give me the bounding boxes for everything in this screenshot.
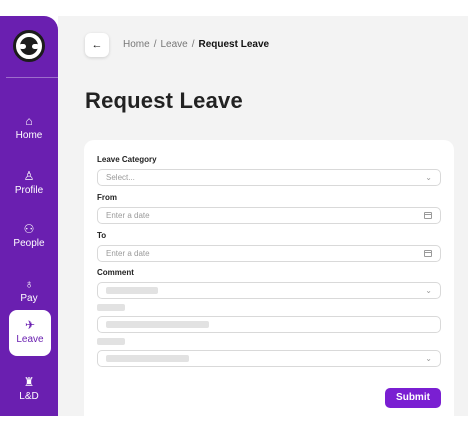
sidebar-item-label: Leave [16, 334, 44, 345]
placeholder-label [97, 338, 125, 345]
chevron-down-icon: ⌄ [425, 173, 432, 182]
leave-category-label: Leave Category [97, 155, 157, 164]
to-date-placeholder: Enter a date [106, 249, 150, 258]
placeholder-label [97, 304, 125, 311]
calendar-icon[interactable] [424, 250, 432, 257]
breadcrumb-leave[interactable]: Leave [160, 39, 187, 50]
comment-label: Comment [97, 268, 134, 277]
placeholder-bar [106, 355, 189, 362]
sidebar-item-label: People [13, 238, 45, 249]
pay-icon: ♁ [24, 277, 34, 291]
sidebar-item-home[interactable]: ⌂ Home [0, 111, 58, 151]
leave-category-select[interactable]: Select... ⌄ [97, 169, 441, 186]
calendar-icon[interactable] [424, 212, 432, 219]
comment-select[interactable]: ⌄ [97, 282, 441, 299]
chevron-down-icon: ⌄ [425, 286, 432, 295]
people-icon: ⚇ [23, 222, 35, 236]
back-button[interactable]: ← [85, 33, 109, 57]
sidebar-divider [6, 77, 58, 78]
chevron-down-icon: ⌄ [425, 354, 432, 363]
sidebar-item-pay[interactable]: ♁ Pay [0, 274, 58, 314]
sidebar-item-label: L&D [19, 391, 39, 402]
breadcrumb-home[interactable]: Home [123, 39, 150, 50]
to-label: To [97, 231, 107, 240]
to-date-input[interactable]: Enter a date [97, 245, 441, 262]
home-icon: ⌂ [25, 114, 33, 128]
main-content: ← Home / Leave / Request Leave Request Leave… [58, 16, 468, 416]
placeholder-bar [106, 287, 158, 294]
arrow-left-icon: ← [91, 39, 103, 51]
from-label: From [97, 193, 117, 202]
leave-category-placeholder: Select... [106, 173, 135, 182]
submit-button[interactable]: Submit [385, 388, 441, 408]
placeholder-input[interactable] [97, 316, 441, 333]
sidebar: ⌂ Home ♙ Profile ⚇ People ♁ Pay ✈ Leave … [0, 16, 58, 416]
breadcrumb: Home / Leave / Request Leave [123, 39, 269, 50]
placeholder-select[interactable]: ⌄ [97, 350, 441, 367]
request-leave-form: Leave Category Select... ⌄ From Enter a … [84, 140, 454, 416]
plane-icon: ✈ [24, 318, 36, 332]
sidebar-item-label: Profile [14, 185, 44, 196]
from-date-input[interactable]: Enter a date [97, 207, 441, 224]
sidebar-item-profile[interactable]: ♙ Profile [0, 166, 58, 206]
from-date-placeholder: Enter a date [106, 211, 150, 220]
app-frame: ⌂ Home ♙ Profile ⚇ People ♁ Pay ✈ Leave … [0, 16, 468, 416]
sidebar-item-leave[interactable]: ✈ Leave [9, 310, 51, 356]
breadcrumb-separator: / [153, 39, 157, 50]
learning-icon: ♜ [23, 375, 35, 389]
profile-icon: ♙ [23, 169, 35, 183]
breadcrumb-separator: / [191, 39, 195, 50]
placeholder-bar [106, 321, 209, 328]
sidebar-item-label: Home [15, 130, 43, 141]
breadcrumb-current: Request Leave [198, 39, 270, 50]
logo-icon[interactable] [13, 30, 45, 62]
sidebar-item-ld[interactable]: ♜ L&D [0, 372, 58, 412]
page-title: Request Leave [85, 88, 243, 113]
sidebar-item-people[interactable]: ⚇ People [0, 219, 58, 259]
sidebar-item-label: Pay [20, 293, 38, 304]
